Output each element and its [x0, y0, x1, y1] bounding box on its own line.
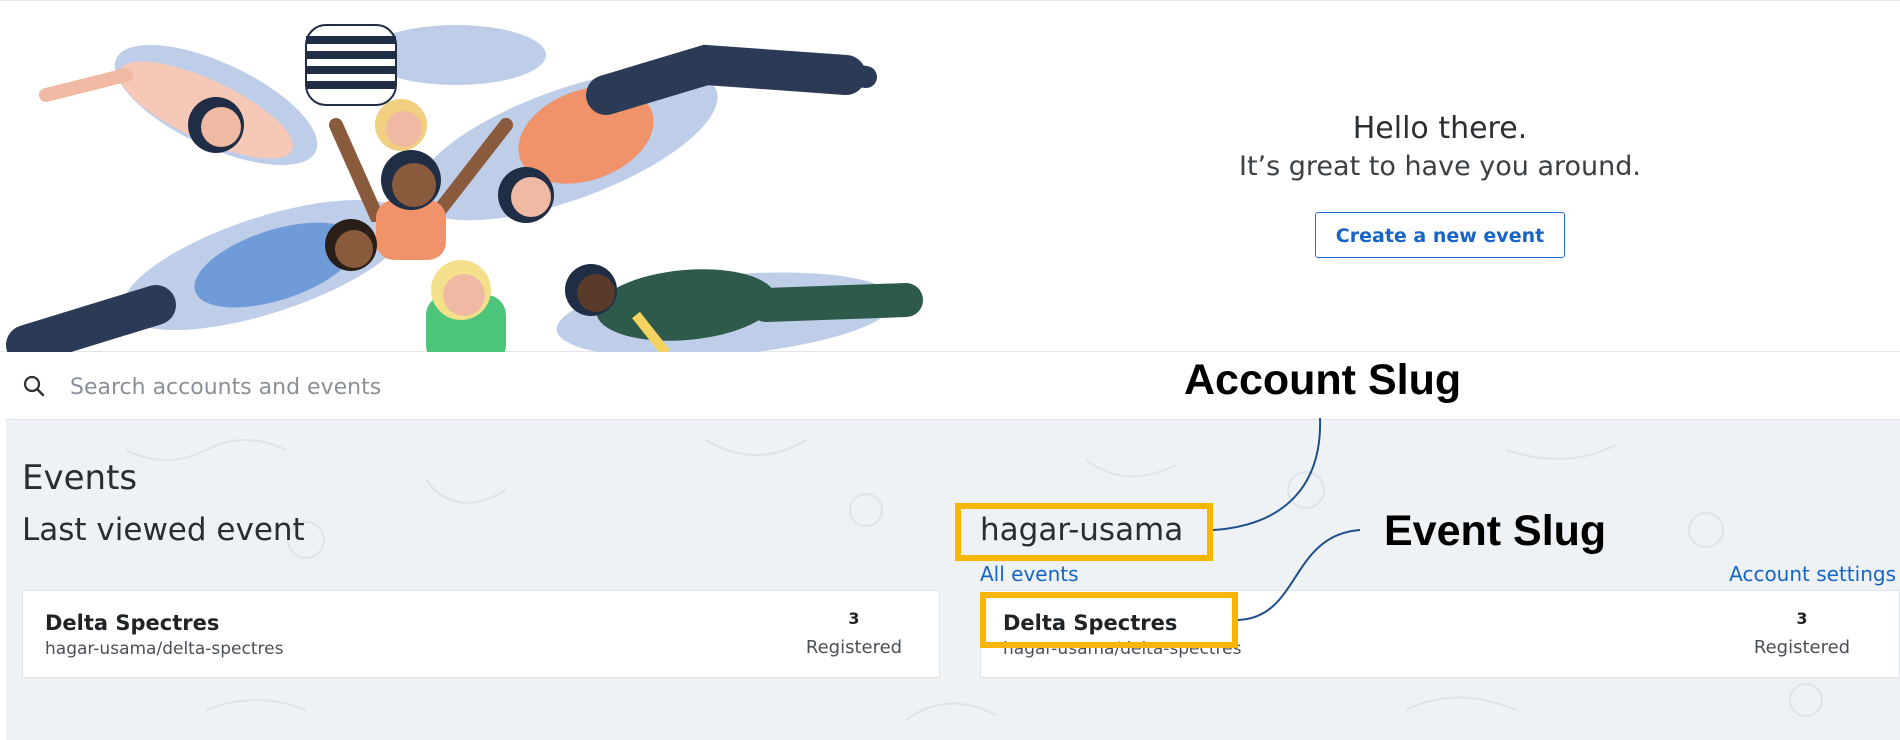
search-icon [23, 375, 45, 397]
welcome-hero: Hello there. It’s great to have you arou… [0, 0, 1900, 353]
registered-label: Registered [1753, 637, 1851, 658]
event-slug-label: Event Slug [1384, 507, 1607, 555]
events-section: Events Last viewed event Delta Spectres … [6, 420, 1900, 740]
search-input[interactable] [68, 366, 1072, 408]
event-name: Delta Spectres [45, 611, 220, 635]
account-slug-label: Account Slug [1184, 356, 1462, 404]
registered-label: Registered [805, 637, 903, 658]
background-pattern [125, 439, 1823, 721]
last-viewed-heading: Last viewed event [22, 512, 305, 548]
event-slug: hagar-usama/delta-spectres [45, 639, 284, 659]
last-viewed-event-card[interactable]: Delta Spectres hagar-usama/delta-spectre… [22, 590, 940, 678]
create-event-button[interactable]: Create a new event [1314, 212, 1566, 258]
registered-count: 3 [848, 609, 860, 628]
welcome-panel: Hello there. It’s great to have you arou… [1180, 109, 1700, 258]
welcome-subtitle: It’s great to have you around. [1239, 151, 1641, 182]
all-events-link[interactable]: All events [980, 562, 1079, 586]
event-slug-highlight [980, 592, 1238, 648]
events-heading: Events [22, 458, 138, 498]
account-slug-highlight [955, 503, 1213, 561]
registered-count: 3 [1796, 609, 1808, 628]
search-bar [6, 352, 1900, 420]
hero-illustration [6, 24, 923, 353]
account-settings-link[interactable]: Account settings [1729, 562, 1896, 586]
welcome-title: Hello there. [1352, 111, 1528, 146]
